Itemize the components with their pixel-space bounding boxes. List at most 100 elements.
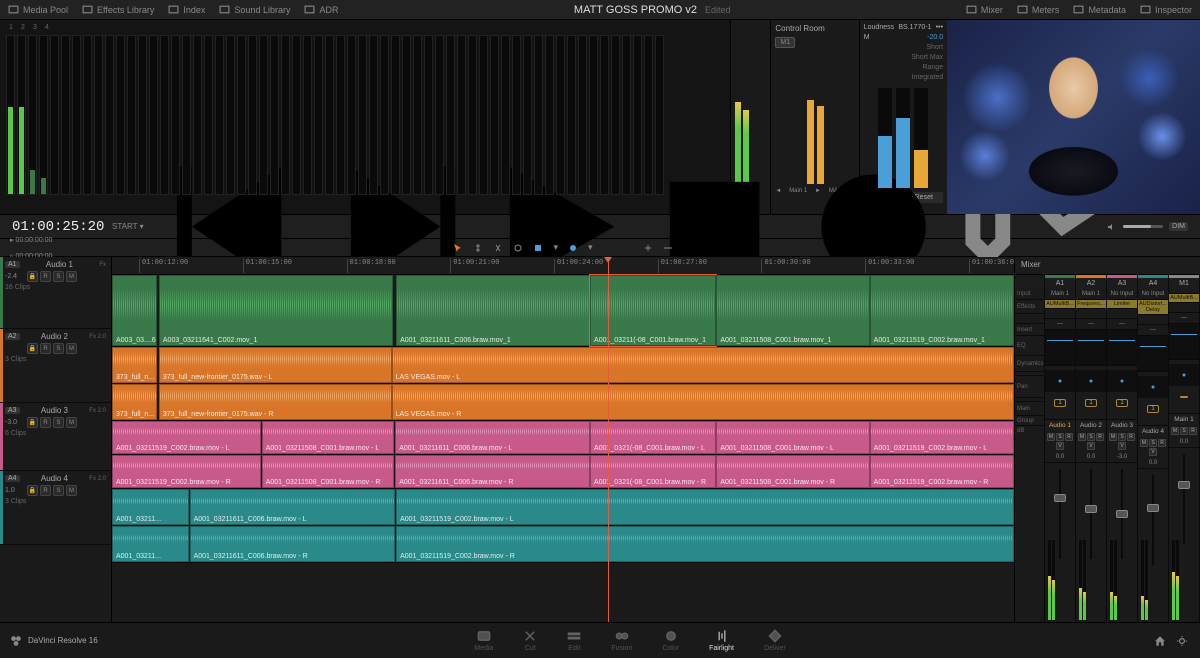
audio-clip[interactable]: A001_03211611_C006.braw.mov_1 <box>396 275 590 346</box>
inspector-button[interactable]: Inspector <box>1140 4 1192 15</box>
audio-clip[interactable]: A001_03211519_C002.braw.mov_1 <box>870 275 1014 346</box>
m1-badge[interactable]: M1 <box>775 37 795 48</box>
snap-icon[interactable] <box>643 243 653 253</box>
fader-A3[interactable] <box>1107 463 1137 622</box>
track-header-A3[interactable]: A3Audio 3Fx 2.0 -3.0 🔒 R S M 6 Clips <box>0 403 111 471</box>
audio-clip[interactable]: 373_full_n... <box>112 384 157 420</box>
track-lane-A2[interactable]: 373_full_n...373_full_new-frontier_0175.… <box>112 384 1014 421</box>
audio-clip[interactable]: A001_03211519_C002.braw.mov - L <box>112 421 261 454</box>
audio-clip[interactable]: A001_03211519_C002.braw.mov - L <box>870 421 1014 454</box>
audio-clip[interactable]: A001_03211611_C006.braw.mov - R <box>190 526 396 562</box>
solo-button[interactable]: S <box>53 343 64 354</box>
solo-button[interactable]: S <box>53 485 64 496</box>
track-header-A2[interactable]: A2Audio 2Fx 2.0 🔒 R S M 3 Clips <box>0 329 111 403</box>
timecode-display[interactable]: 01:00:25:20 <box>0 219 112 235</box>
start-dropdown[interactable]: START ▾ <box>112 222 162 231</box>
mixer-channel-A1[interactable]: A1 Main 1 AUMultiB... — 1 Audio 1 MSRV 0… <box>1045 275 1076 622</box>
arm-button[interactable]: R <box>40 417 51 428</box>
flag-tool-icon[interactable] <box>533 243 543 253</box>
fader-A2[interactable] <box>1076 463 1106 622</box>
page-tab-fusion[interactable]: Fusion <box>611 629 632 652</box>
fader-A1[interactable] <box>1045 463 1075 622</box>
timeline[interactable]: 01:00:12:0001:00:15:0001:00:18:0001:00:2… <box>112 257 1014 622</box>
fader-A4[interactable] <box>1138 469 1168 622</box>
video-preview[interactable] <box>947 20 1200 214</box>
audio-clip[interactable]: A001_03211508_C001.braw.mov - R <box>716 455 869 488</box>
page-tab-edit[interactable]: Edit <box>567 629 581 652</box>
more-icon[interactable]: ••• <box>936 24 943 31</box>
audio-clip[interactable]: A001_03211519_C002.braw.mov - R <box>112 455 261 488</box>
mute-button[interactable]: M <box>66 271 77 282</box>
mute-button[interactable]: M <box>66 485 77 496</box>
link-tool-icon[interactable] <box>513 243 523 253</box>
page-tab-cut[interactable]: Cut <box>523 629 537 652</box>
volume-slider[interactable] <box>1123 225 1163 228</box>
audio-clip[interactable]: A001_03211508_C001.braw.mov - R <box>262 455 395 488</box>
audio-clip[interactable]: A001_03211508_C001.braw.mov - L <box>262 421 395 454</box>
audio-clip[interactable]: 373_full_n... <box>112 347 157 383</box>
page-tab-color[interactable]: Color <box>662 629 679 652</box>
metadata-button[interactable]: Metadata <box>1073 4 1126 15</box>
fader-M1[interactable] <box>1169 448 1199 622</box>
audio-clip[interactable]: A001_03211... <box>112 526 189 562</box>
audio-clip[interactable]: A001_03211519_C002.braw.mov - R <box>396 526 1014 562</box>
audio-clip[interactable]: A001_03211519_C002.braw.mov - L <box>396 489 1014 525</box>
timeline-ruler[interactable]: 01:00:12:0001:00:15:0001:00:18:0001:00:2… <box>112 257 1014 275</box>
lock-button[interactable]: 🔒 <box>27 271 38 282</box>
audio-clip[interactable]: 373_full_new-frontier_0175.wav - R <box>159 384 392 420</box>
marker-tool-icon[interactable] <box>473 243 483 253</box>
sound-library-button[interactable]: Sound Library <box>219 4 290 15</box>
audio-clip[interactable]: A001_03211611_C006.braw.mov - L <box>190 489 396 525</box>
page-tab-fairlight[interactable]: Fairlight <box>709 629 734 652</box>
razor-tool-icon[interactable] <box>493 243 503 253</box>
lock-button[interactable]: 🔒 <box>27 343 38 354</box>
track-lane-A2[interactable]: 373_full_n...373_full_new-frontier_0175.… <box>112 347 1014 384</box>
mixer-channel-A4[interactable]: A4 No Input AUDistort... Delay — 1 Audio… <box>1138 275 1169 622</box>
media-pool-button[interactable]: Media Pool <box>8 4 68 15</box>
mixer-channel-A2[interactable]: A2 Main 1 Frequenc... — 1 Audio 2 MSRV 0… <box>1076 275 1107 622</box>
mute-button[interactable]: M <box>66 343 77 354</box>
pointer-tool-icon[interactable] <box>453 243 463 253</box>
audio-clip[interactable]: A001_03211... <box>112 489 189 525</box>
arm-button[interactable]: R <box>40 485 51 496</box>
page-tab-media[interactable]: Media <box>474 629 493 652</box>
track-lane-A4[interactable]: A001_03211...A001_03211611_C006.braw.mov… <box>112 526 1014 563</box>
audio-clip[interactable]: LAS VEGAS.mov - L <box>392 347 1014 383</box>
track-lane-A3[interactable]: A001_03211519_C002.braw.mov - RA001_0321… <box>112 455 1014 489</box>
mixer-channel-A3[interactable]: A3 No Input Limiter — 1 Audio 3 MSRV -3.… <box>1107 275 1138 622</box>
lock-button[interactable]: 🔒 <box>27 417 38 428</box>
mixer-channel-M1[interactable]: M1 AUMultiB... — Main 1 MSR 0.0 <box>1169 275 1200 622</box>
audio-clip[interactable]: A003_03211641_C002.mov_1 <box>159 275 394 346</box>
meters-button[interactable]: Meters <box>1017 4 1060 15</box>
dim-button[interactable]: DIM <box>1169 222 1188 231</box>
arm-button[interactable]: R <box>40 271 51 282</box>
audio-clip[interactable]: A001_03211508_C001.braw.mov - L <box>716 421 869 454</box>
marker-icon[interactable] <box>568 243 578 253</box>
solo-button[interactable]: S <box>53 417 64 428</box>
audio-clip[interactable]: A001_03211508_C001.braw.mov_1 <box>716 275 869 346</box>
zoom-icon[interactable] <box>663 243 673 253</box>
mute-button[interactable]: M <box>66 417 77 428</box>
home-icon[interactable] <box>1154 635 1166 647</box>
adr-button[interactable]: ADR <box>304 4 338 15</box>
audio-clip[interactable]: A001_03211611_C006.braw.mov - R <box>395 455 590 488</box>
track-header-A1[interactable]: A1Audio 1Fx -2.4 🔒 R S M 16 Clips <box>0 257 111 329</box>
audio-clip[interactable]: 373_full_new-frontier_0175.wav - L <box>159 347 392 383</box>
page-tab-deliver[interactable]: Deliver <box>764 629 786 652</box>
audio-clip[interactable]: A003_03....6.mov_1 <box>112 275 157 346</box>
index-button[interactable]: Index <box>168 4 205 15</box>
audio-clip[interactable]: LAS VEGAS.mov - R <box>392 384 1014 420</box>
audio-clip[interactable]: A001_03211611_C006.braw.mov - L <box>395 421 590 454</box>
audio-clip[interactable]: A001_03211519_C002.braw.mov - R <box>870 455 1014 488</box>
arm-button[interactable]: R <box>40 343 51 354</box>
track-lane-A4[interactable]: A001_03211...A001_03211611_C006.braw.mov… <box>112 489 1014 526</box>
lock-button[interactable]: 🔒 <box>27 485 38 496</box>
track-lane-A3[interactable]: A001_03211519_C002.braw.mov - LA001_0321… <box>112 421 1014 455</box>
mixer-button[interactable]: Mixer <box>966 4 1003 15</box>
solo-button[interactable]: S <box>53 271 64 282</box>
volume-control[interactable]: DIM <box>1107 222 1188 232</box>
track-lane-A1[interactable]: A003_03....6.mov_1A003_03211641_C002.mov… <box>112 275 1014 347</box>
effects-library-button[interactable]: Effects Library <box>82 4 154 15</box>
track-header-A4[interactable]: A4Audio 4Fx 2.0 1.0 🔒 R S M 3 Clips <box>0 471 111 545</box>
settings-icon[interactable] <box>1176 635 1188 647</box>
